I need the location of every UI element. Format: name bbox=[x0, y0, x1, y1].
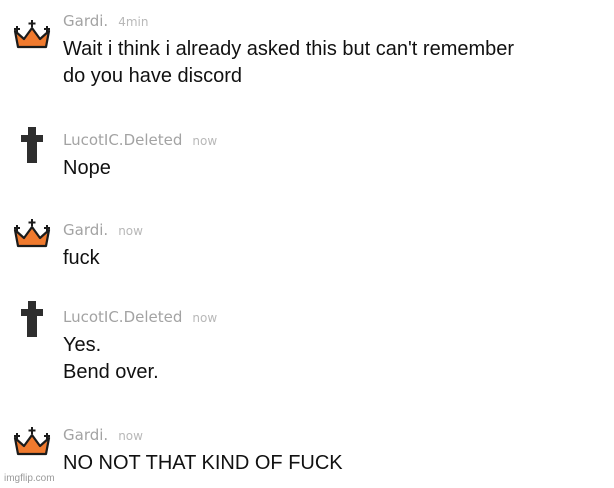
author-name[interactable]: Gardi. bbox=[63, 426, 108, 444]
timestamp: now bbox=[118, 224, 143, 238]
timestamp: now bbox=[192, 134, 218, 148]
message-text: Wait i think i already asked this but ca… bbox=[63, 36, 514, 90]
message-header: Gardi. now bbox=[63, 426, 143, 445]
message-line: Wait i think i already asked this but ca… bbox=[63, 38, 515, 60]
timestamp: 4min bbox=[118, 15, 149, 29]
author-name[interactable]: LucotIC.Deleted bbox=[63, 308, 182, 326]
message-header: LucotIC.Deleted now bbox=[63, 131, 217, 150]
crown-icon[interactable] bbox=[12, 217, 52, 253]
message-header: Gardi. now bbox=[63, 221, 143, 240]
message-line: Yes. bbox=[63, 334, 102, 356]
message-line: NO NOT THAT KIND OF FUCK bbox=[63, 452, 343, 474]
author-name[interactable]: LucotIC.Deleted bbox=[63, 131, 182, 149]
message-text: Yes. Bend over. bbox=[63, 332, 159, 386]
author-name[interactable]: Gardi. bbox=[63, 12, 108, 30]
cross-icon[interactable] bbox=[12, 301, 52, 337]
message-line: Bend over. bbox=[63, 361, 159, 383]
crown-icon[interactable] bbox=[12, 425, 52, 461]
watermark: imgflip.com bbox=[4, 473, 55, 484]
message-header: Gardi. 4min bbox=[63, 12, 148, 31]
message-line: fuck bbox=[63, 247, 100, 269]
message-line: do you have discord bbox=[63, 65, 243, 87]
message-header: LucotIC.Deleted now bbox=[63, 308, 217, 327]
timestamp: now bbox=[118, 429, 143, 443]
cross-icon[interactable] bbox=[12, 127, 52, 163]
timestamp: now bbox=[192, 311, 218, 325]
author-name[interactable]: Gardi. bbox=[63, 221, 108, 239]
message-text: fuck bbox=[63, 245, 100, 272]
message-text: Nope bbox=[63, 155, 111, 182]
message-line: Nope bbox=[63, 157, 111, 179]
message-text: NO NOT THAT KIND OF FUCK bbox=[63, 450, 343, 477]
crown-icon[interactable] bbox=[12, 18, 52, 54]
